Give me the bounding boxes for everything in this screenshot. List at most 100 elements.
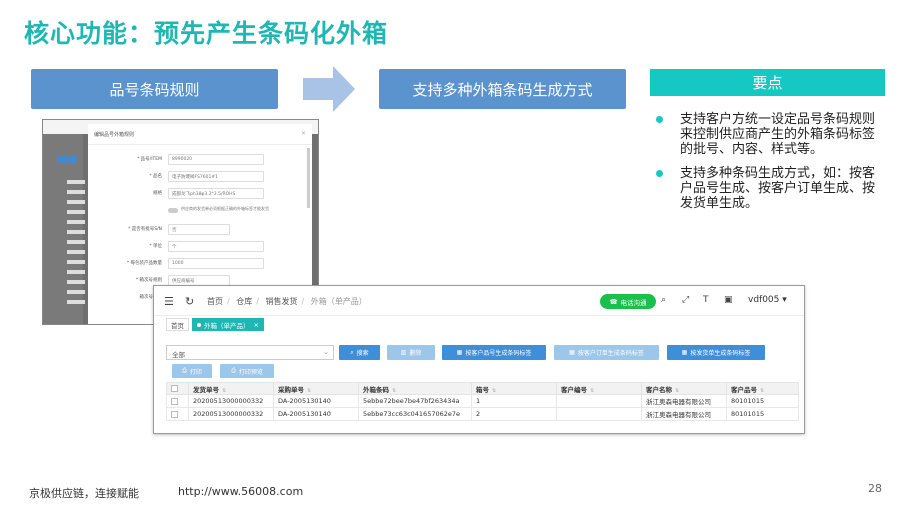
sort-icon: ⇅ [675,387,680,394]
menu-icon[interactable]: ☰ [164,295,174,308]
close-icon[interactable]: × [301,130,306,137]
key-points-list: 支持客户方统一设定品号条码规则来控制供应商产生的外箱条码标签的批号、内容、样式等… [656,112,876,220]
tab-label: 外箱（单产品） [204,321,250,330]
item-name-input[interactable]: 电子防爆阀FS7601#1 [168,171,264,182]
tab-outer-box[interactable]: 外箱（单产品） × [192,318,264,331]
active-dot-icon [197,322,201,327]
breadcrumb-home[interactable]: 首页 [207,297,223,306]
outer-box-screenshot: ☰ ↻ 首页 / 仓库 / 销售发货 / 外箱（单产品） ☎ 电话沟通 ⌕ ⤢ T ▣… [153,285,805,434]
print-preview-label: 打印预览 [238,368,263,376]
bullet-text: 支持客户方统一设定品号条码规则来控制供应商产生的外箱条码标签的批号、内容、样式等… [680,112,876,157]
row-checkbox[interactable] [171,410,178,418]
background-row [67,230,85,234]
item-number-input[interactable]: 8990020 [168,154,264,165]
background-row [67,270,85,274]
language-icon[interactable]: ▣ [724,295,733,305]
bullet-item: 支持多种条码生成方式，如：按客户品号生成、按客户订单生成、按发货单生成。 [656,166,876,211]
chevron-down-icon: ⌄ [323,348,329,356]
search-icon[interactable]: ⌕ [661,295,666,305]
print-button-label: 打印 [189,368,202,376]
delete-button[interactable]: ▥ 删除 [387,345,435,360]
print-preview-button[interactable]: ⎙ 打印预览 [220,364,274,378]
key-points-header: 要点 [650,69,885,96]
table-cell: 1 [471,394,557,408]
table-cell: 20200513000000332 [188,407,274,421]
sort-icon: ⇅ [222,387,227,394]
select-all-checkbox[interactable] [171,385,178,392]
generate-by-item-button[interactable]: ▦ 按客户品号生成条码标签 [442,345,546,360]
delete-button-label: 删除 [409,350,422,357]
generate-by-shipment-label: 按发货单生成条码标签 [690,350,751,357]
footer-slogan: 京极供应链，连接赋能 [29,487,139,500]
generate-by-item-label: 按客户品号生成条码标签 [465,350,532,357]
table-cell: 5ebbe72bee7be47bf263434a [358,394,472,408]
footer-url[interactable]: http://www.56008.com [178,485,303,498]
column-header[interactable]: 箱号 ⇅ [471,382,557,395]
row-select-cell [166,394,189,408]
column-header[interactable]: 客户编号 ⇅ [556,382,642,395]
sort-icon: ⇅ [392,387,397,394]
barcode-icon: ▦ [681,349,688,356]
page-number: 28 [868,482,882,495]
search-button[interactable]: ⌕ 搜索 [339,345,380,360]
table-row[interactable]: 20200513000000332 DA-2005130140 5ebbe73c… [166,407,799,421]
column-header[interactable]: 客户名称 ⇅ [641,382,727,395]
toggle-note: 供应商的发货单必须根据正确的外箱标签才能发货 [181,206,269,211]
table-cell: 80101015 [726,407,799,421]
font-size-icon[interactable]: T [703,295,709,305]
select-all-cell [166,382,189,395]
form-row: * 品号/ITEM 8990020 [88,154,312,166]
barcode-icon: ▦ [456,349,463,356]
modal-title: 编辑品号外箱规则 [94,132,135,138]
slide: 核心功能：预先产生条码化外箱 品号条码规则 支持多种外箱条码生成方式 要点 支持… [0,0,907,509]
background-row [67,290,85,294]
table-cell: 浙江奥森电器有限公司 [641,394,727,408]
background-row [67,200,85,204]
tab-close-icon[interactable]: × [254,321,259,329]
breadcrumb-warehouse[interactable]: 仓库 [236,297,252,306]
refresh-icon[interactable]: ↻ [185,295,194,308]
column-header[interactable]: 采购单号 ⇅ [273,382,359,395]
column-header[interactable]: 外箱条码 ⇅ [358,382,472,395]
form-row: * 每包装产品数量 1000 [88,258,312,270]
breadcrumb-sales-shipping[interactable]: 销售发货 [266,297,298,306]
table-cell: 80101015 [726,394,799,408]
unit-input[interactable]: 个 [168,241,264,252]
page-tabs: 首页 外箱（单产品） × [166,318,267,332]
print-button[interactable]: ⎙ 打印 [172,364,212,378]
app-topbar: ☰ ↻ 首页 / 仓库 / 销售发货 / 外箱（单产品） ☎ 电话沟通 ⌕ ⤢ T ▣… [154,286,804,316]
filter-select[interactable]: 全部 ⌄ [166,345,334,360]
pack-quantity-input[interactable]: 1000 [168,258,264,269]
sort-icon: ⇅ [492,387,497,394]
row-checkbox[interactable] [171,397,178,405]
print-icon: ⎙ [182,367,187,374]
field-label: * 单位 [149,244,162,249]
background-row [67,190,85,194]
table-cell: 5ebbe73cc63c041657062e7e [358,407,472,421]
field-label: 规格 [153,191,162,196]
field-label: * 箱次号规则 [135,278,162,283]
search-icon: ⌕ [350,348,354,356]
print-icon: ⎙ [231,367,236,374]
modal-scrollbar[interactable] [307,148,310,208]
column-header[interactable]: 发货单号 ⇅ [188,382,274,395]
background-row [67,300,85,304]
spec-input[interactable]: 成都龙飞ph38φ3.2*3.5/ROHS [168,188,264,199]
user-menu[interactable]: vdf005 ▾ [748,295,787,305]
generate-by-order-button[interactable]: ▦ 按客户订单生成条码标签 [554,345,659,360]
field-label: * 每包装产品数量 [126,261,162,266]
generate-by-shipment-button[interactable]: ▦ 按发货单生成条码标签 [667,345,765,360]
table-row[interactable]: 20200513000000332 DA-2005130140 5ebbe72b… [166,394,799,408]
phone-contact-button[interactable]: ☎ 电话沟通 [600,294,656,309]
fullscreen-icon[interactable]: ⤢ [682,295,689,305]
table-cell [556,394,642,408]
background-row [67,240,85,244]
breadcrumb: 首页 / 仓库 / 销售发货 / 外箱（单产品） [207,297,367,306]
column-header[interactable]: 客户品号 ⇅ [726,382,799,395]
background-row [67,210,85,214]
serial-select[interactable]: 否 [168,224,230,235]
verify-label-toggle[interactable] [168,208,178,213]
table-cell [556,407,642,421]
background-row [67,260,85,264]
tab-home[interactable]: 首页 [166,318,189,331]
